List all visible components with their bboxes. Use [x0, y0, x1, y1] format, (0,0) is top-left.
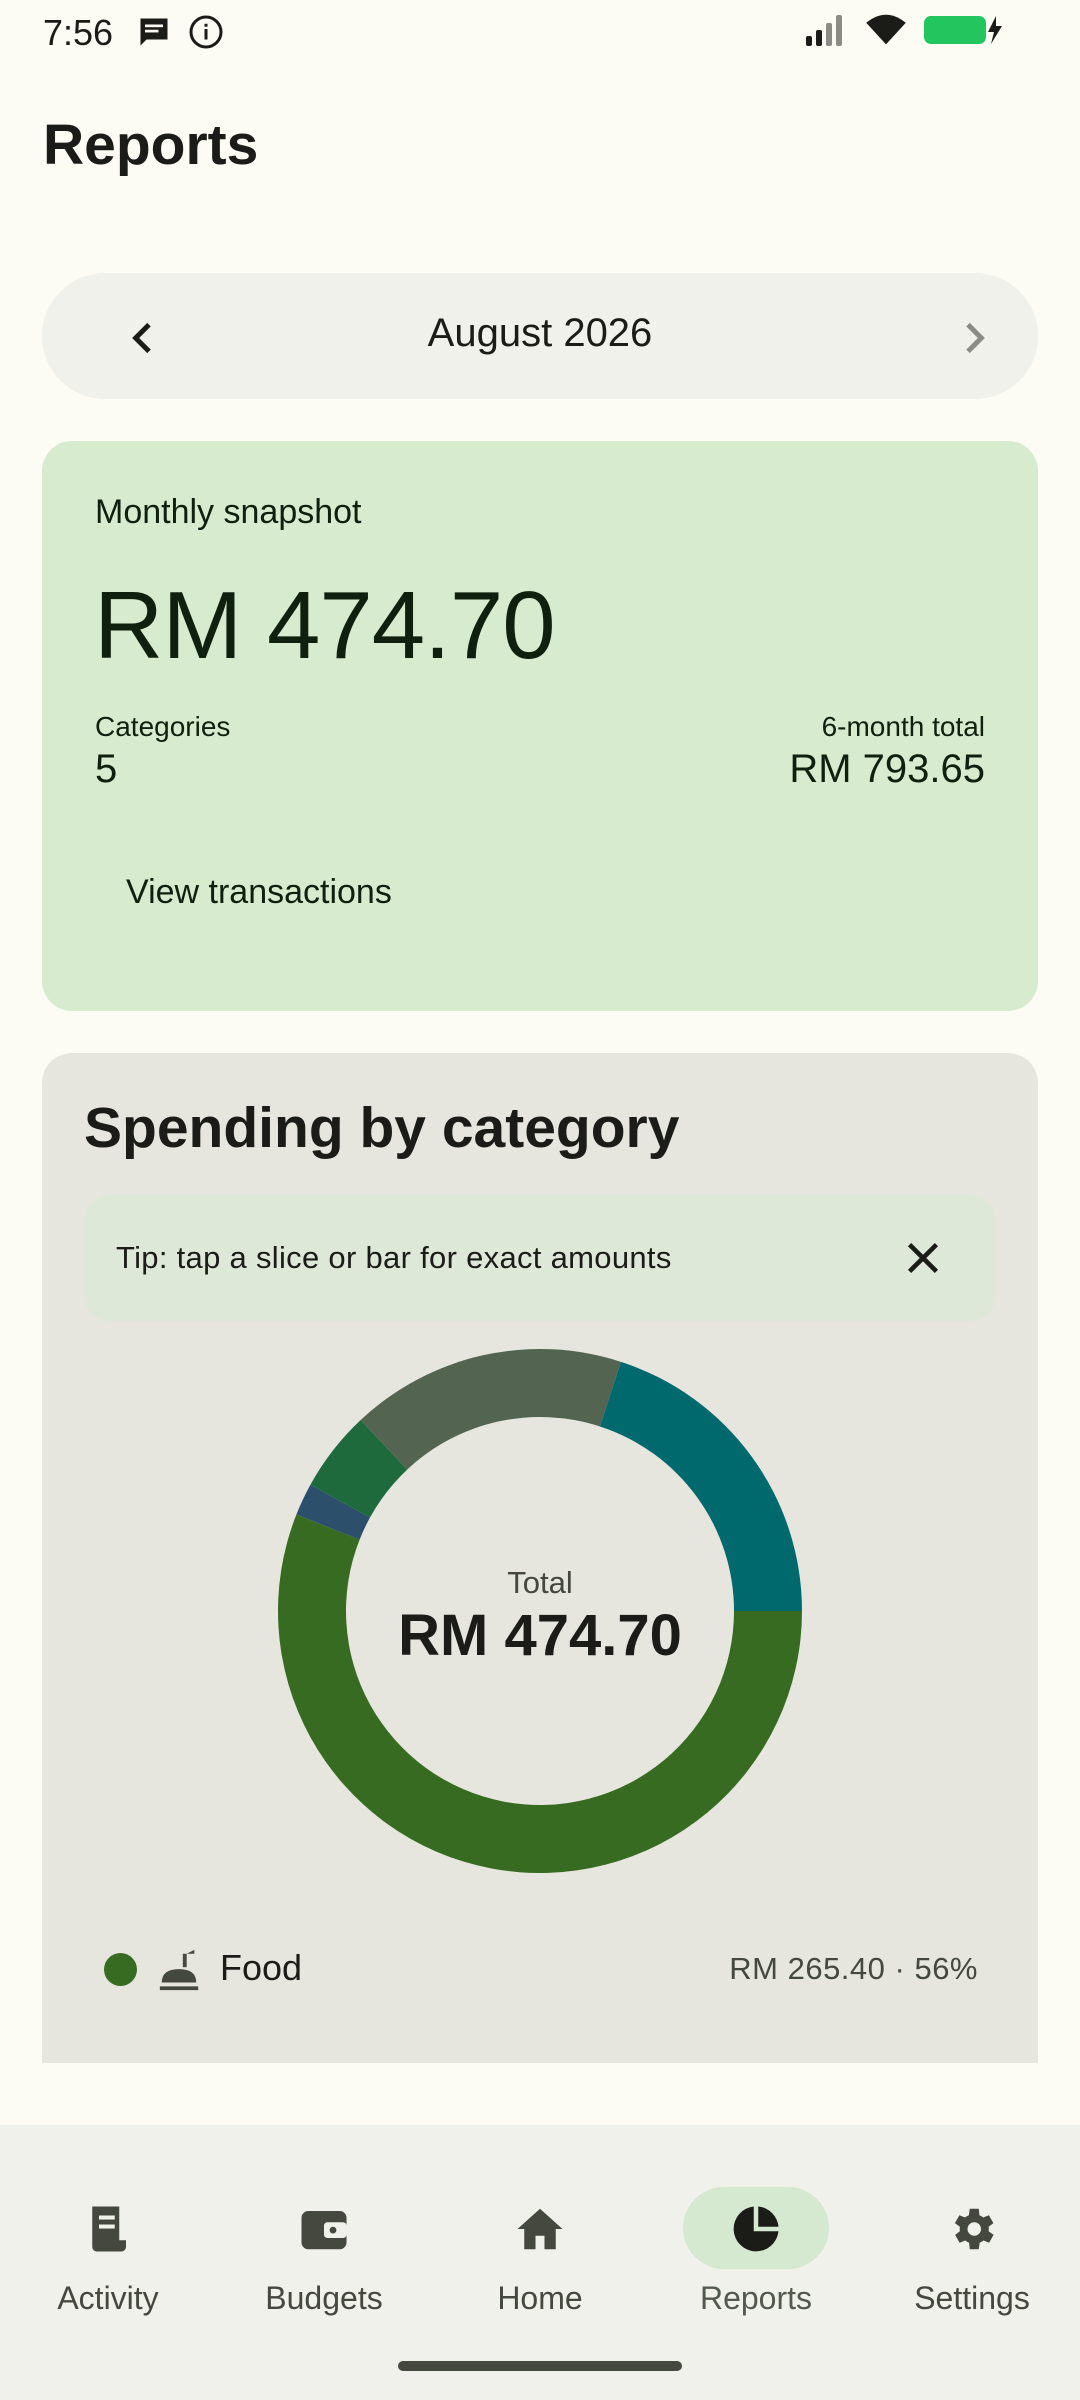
- info-icon: [189, 15, 223, 49]
- legend-name: Food: [220, 1947, 303, 1988]
- nav-home[interactable]: Home: [432, 2155, 648, 2316]
- spending-by-category-card: Spending by category Tip: tap a slice or…: [42, 1053, 1038, 2063]
- wifi-icon: [866, 14, 906, 45]
- message-icon: [140, 18, 168, 46]
- home-icon: [517, 2208, 563, 2250]
- nav-label: Home: [497, 2280, 583, 2316]
- gear-icon: [954, 2208, 994, 2250]
- legend-color-dot: [104, 1953, 137, 1986]
- donut-slice-3[interactable]: [360, 1349, 621, 1470]
- month-label: August 2026: [427, 311, 653, 355]
- home-indicator: [398, 2361, 682, 2371]
- nav-label: Reports: [699, 2280, 813, 2316]
- nav-activity[interactable]: Activity: [0, 2155, 216, 2316]
- nav-label: Activity: [57, 2280, 159, 2316]
- donut-slice-4[interactable]: [599, 1361, 802, 1611]
- monthly-snapshot-card: Monthly snapshot RM 474.70 Categories 5 …: [42, 441, 1038, 1011]
- nav-reports[interactable]: Reports: [648, 2155, 864, 2316]
- donut-center-label: Total: [507, 1565, 572, 1600]
- nav-label: Settings: [914, 2280, 1030, 2316]
- six-month-total-label: 6-month total: [821, 711, 985, 742]
- food-icon: [159, 1949, 199, 1991]
- snapshot-label: Monthly snapshot: [95, 493, 362, 531]
- nav-label: Budgets: [265, 2280, 383, 2316]
- view-transactions-button[interactable]: View transactions: [126, 873, 392, 912]
- battery-charging-icon: [924, 16, 1002, 44]
- signal-icon: [806, 15, 842, 46]
- donut-center-value: RM 474.70: [398, 1603, 682, 1668]
- categories-label: Categories: [95, 711, 231, 742]
- close-icon[interactable]: [900, 1235, 946, 1281]
- status-bar: 7:56: [0, 0, 1080, 64]
- reports-screen: 7:56 Reports August 2026 Monthly snapsho…: [0, 0, 1080, 2400]
- wallet-icon: [301, 2211, 347, 2250]
- legend-item-food[interactable]: Food RM 265.40 · 56%: [82, 1933, 998, 2003]
- receipt-icon: [92, 2206, 126, 2252]
- pie-chart-icon: [733, 2206, 779, 2252]
- tip-text: Tip: tap a slice or bar for exact amount…: [116, 1240, 672, 1275]
- bottom-navigation: Activity Budgets Home Reports Settings: [0, 2125, 1080, 2400]
- categories-value: 5: [95, 747, 118, 791]
- six-month-total-value: RM 793.65: [789, 747, 985, 791]
- page-title: Reports: [43, 113, 259, 177]
- tip-banner: Tip: tap a slice or bar for exact amount…: [84, 1195, 996, 1321]
- nav-settings[interactable]: Settings: [864, 2155, 1080, 2316]
- nav-budgets[interactable]: Budgets: [216, 2155, 432, 2316]
- spending-title: Spending by category: [84, 1096, 680, 1160]
- category-donut-chart: Total RM 474.70: [278, 1349, 803, 1873]
- status-time: 7:56: [43, 12, 114, 53]
- chevron-right-icon[interactable]: [953, 318, 993, 358]
- month-selector: August 2026: [42, 273, 1038, 399]
- snapshot-amount: RM 474.70: [94, 572, 556, 679]
- legend-value: RM 265.40 · 56%: [729, 1951, 978, 1986]
